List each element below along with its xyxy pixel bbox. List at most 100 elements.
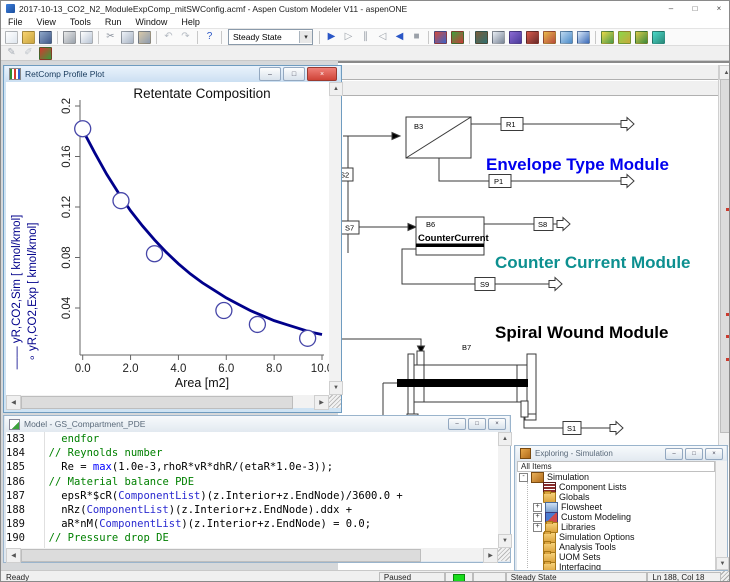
stream-label-s9[interactable]: S9 bbox=[480, 280, 489, 289]
explorer-close-button[interactable]: × bbox=[705, 448, 723, 460]
break-link-icon[interactable] bbox=[37, 46, 54, 61]
exp-data-point[interactable] bbox=[249, 316, 265, 332]
export-icon[interactable] bbox=[633, 30, 650, 45]
stream-label-p1[interactable]: P1 bbox=[494, 177, 503, 186]
plot-close-button[interactable]: × bbox=[307, 67, 337, 81]
code-line-187[interactable]: 187 epsR*$cR(ComponentList)(z.Interior+z… bbox=[6, 489, 498, 503]
code-editor-area[interactable]: 183 endfor184 // Reynolds number185 Re =… bbox=[6, 432, 498, 548]
collapse-icon[interactable]: - bbox=[519, 473, 528, 482]
plot-horizontal-scrollbar[interactable]: ◀ ▶ bbox=[6, 395, 329, 408]
code-line-184[interactable]: 184 // Reynolds number bbox=[6, 446, 498, 460]
cancel-run-icon[interactable] bbox=[449, 30, 466, 45]
plot-vertical-scrollbar[interactable]: ▲ ▼ bbox=[329, 82, 341, 395]
chevron-down-icon[interactable]: ▾ bbox=[299, 31, 312, 43]
maximize-button[interactable]: □ bbox=[683, 1, 707, 16]
scroll-up-icon[interactable]: ▲ bbox=[498, 432, 512, 446]
camera-icon[interactable] bbox=[541, 30, 558, 45]
flowsheet-window-titlebar[interactable] bbox=[338, 65, 718, 80]
exp-data-point[interactable] bbox=[216, 303, 232, 319]
code-line-186[interactable]: 186 // Material balance PDE bbox=[6, 475, 498, 489]
stream-line-p1[interactable] bbox=[439, 158, 489, 181]
scroll-right-icon[interactable]: ▶ bbox=[483, 548, 498, 563]
plot-canvas[interactable]: 0.20.160.120.080.040.02.04.06.08.010.0Re… bbox=[6, 82, 329, 395]
search-icon[interactable] bbox=[473, 30, 490, 45]
plot-tool-icon[interactable] bbox=[558, 30, 575, 45]
scroll-left-icon[interactable]: ◀ bbox=[6, 548, 21, 563]
edit-link-icon[interactable]: ✎ bbox=[3, 46, 20, 61]
tree-item-simulation[interactable]: -Simulation bbox=[517, 472, 715, 482]
scroll-down-icon[interactable]: ▼ bbox=[498, 534, 512, 548]
run-mode-select[interactable]: Steady State▾ bbox=[228, 29, 313, 45]
code-line-185[interactable]: 185 Re = max(1.0e-3,rhoR*vR*dhR/(etaR*1.… bbox=[6, 460, 498, 474]
chart-tool-icon[interactable] bbox=[575, 30, 592, 45]
scroll-up-icon[interactable]: ▲ bbox=[719, 65, 730, 80]
sim-line-series[interactable] bbox=[83, 130, 322, 335]
code-line-188[interactable]: 188 nRz(ComponentList)(z.Interior+z.EndN… bbox=[6, 503, 498, 517]
rerun-icon[interactable] bbox=[432, 30, 449, 45]
scroll-left-icon[interactable]: ◀ bbox=[6, 395, 21, 410]
code-line-189[interactable]: 189 aR*nM(ComponentList)(z.Interior+z.En… bbox=[6, 517, 498, 531]
help-icon[interactable]: ? bbox=[201, 30, 218, 45]
code-window-titlebar[interactable]: Model - GS_Compartment_PDE – □ × bbox=[5, 416, 509, 432]
exp-data-point[interactable] bbox=[113, 193, 129, 209]
stream-label-s7[interactable]: S7 bbox=[345, 224, 354, 233]
exp-data-point[interactable] bbox=[75, 121, 91, 137]
copy-icon[interactable] bbox=[119, 30, 136, 45]
menu-help[interactable]: Help bbox=[174, 17, 207, 27]
expand-icon[interactable]: + bbox=[533, 503, 542, 512]
plot-resize-grip[interactable] bbox=[329, 395, 341, 408]
expand-icon[interactable]: + bbox=[533, 523, 542, 532]
print-preview-icon[interactable] bbox=[78, 30, 95, 45]
minimize-button[interactable]: – bbox=[659, 1, 683, 16]
script-icon[interactable] bbox=[490, 30, 507, 45]
open-file-icon[interactable] bbox=[20, 30, 37, 45]
status-resize-grip[interactable] bbox=[721, 571, 730, 581]
tree-item-interfacing[interactable]: Interfacing bbox=[517, 562, 715, 570]
cut-icon[interactable]: ✂ bbox=[102, 30, 119, 45]
code-horizontal-scrollbar[interactable]: ◀ ▶ bbox=[6, 548, 498, 561]
scroll-down-icon[interactable]: ▼ bbox=[329, 381, 343, 395]
sync-icon[interactable] bbox=[616, 30, 633, 45]
code-minimize-button[interactable]: – bbox=[448, 418, 466, 430]
menu-view[interactable]: View bbox=[30, 17, 63, 27]
tree-item-globals[interactable]: Globals bbox=[517, 492, 715, 502]
code-line-183[interactable]: 183 endfor bbox=[6, 432, 498, 446]
rewind-icon[interactable]: ◀ bbox=[391, 30, 408, 45]
stop-icon[interactable]: ■ bbox=[408, 30, 425, 45]
explorer-minimize-button[interactable]: – bbox=[665, 448, 683, 460]
step-icon[interactable]: ▷ bbox=[340, 30, 357, 45]
scroll-up-icon[interactable]: ▲ bbox=[329, 82, 343, 96]
stream-line-b7-feed[interactable] bbox=[338, 339, 421, 347]
stream-label-s8[interactable]: S8 bbox=[538, 220, 547, 229]
restart-icon[interactable]: ◁ bbox=[374, 30, 391, 45]
plot-minimize-button[interactable]: – bbox=[259, 67, 281, 81]
code-resize-grip[interactable] bbox=[498, 548, 510, 561]
menu-file[interactable]: File bbox=[1, 17, 30, 27]
exp-data-point[interactable] bbox=[146, 246, 162, 262]
query-icon[interactable] bbox=[507, 30, 524, 45]
tree-item-flowsheet[interactable]: +Flowsheet bbox=[517, 502, 715, 512]
explorer-titlebar[interactable]: Exploring - Simulation – □ × bbox=[516, 446, 726, 461]
explorer-vertical-scrollbar[interactable]: ▼ bbox=[715, 461, 727, 570]
plot-scroll-thumb[interactable] bbox=[21, 396, 293, 409]
scroll-down-icon[interactable]: ▼ bbox=[716, 557, 729, 570]
import-icon[interactable] bbox=[650, 30, 667, 45]
code-restore-button[interactable]: □ bbox=[468, 418, 486, 430]
plot-window-titlebar[interactable]: RetComp Profile Plot – □ × bbox=[5, 66, 340, 82]
expand-icon[interactable]: + bbox=[533, 513, 542, 522]
menu-tools[interactable]: Tools bbox=[63, 17, 98, 27]
pause-icon[interactable]: ∥ bbox=[357, 30, 374, 45]
stream-label-r1[interactable]: R1 bbox=[506, 120, 516, 129]
flowsheet-vertical-scrollbar[interactable]: ▲ bbox=[718, 65, 730, 447]
redo-icon[interactable]: ↷ bbox=[177, 30, 194, 45]
print-icon[interactable] bbox=[61, 30, 78, 45]
scroll-right-icon[interactable]: ▶ bbox=[314, 395, 329, 410]
code-vertical-scrollbar[interactable]: ▲ ▼ bbox=[498, 432, 510, 548]
paste-icon[interactable] bbox=[136, 30, 153, 45]
menu-window[interactable]: Window bbox=[128, 17, 174, 27]
code-line-190[interactable]: 190 // Pressure drop DE bbox=[6, 531, 498, 545]
code-close-button[interactable]: × bbox=[488, 418, 506, 430]
close-button[interactable]: × bbox=[707, 1, 730, 16]
exp-data-point[interactable] bbox=[300, 330, 316, 346]
undo-icon[interactable]: ↶ bbox=[160, 30, 177, 45]
